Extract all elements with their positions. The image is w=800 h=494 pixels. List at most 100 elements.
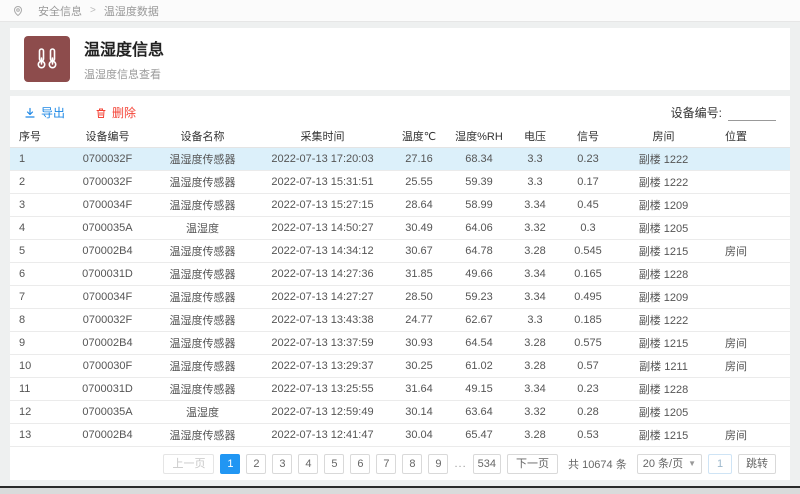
prev-page-button[interactable]: 上一页 (163, 454, 214, 474)
table-cell: 2022-07-13 14:27:36 (255, 262, 390, 285)
table-cell: 副楼 1215 (616, 239, 711, 262)
jump-page-input[interactable] (708, 454, 732, 474)
table-cell: 30.67 (390, 239, 448, 262)
column-header: 设备编号 (65, 125, 150, 147)
table-cell: 0700035A (65, 400, 150, 423)
table-row[interactable]: 40700035A温湿度2022-07-13 14:50:2730.4964.0… (10, 216, 790, 239)
page-button[interactable]: 2 (246, 454, 266, 474)
page-button[interactable]: 4 (298, 454, 318, 474)
table-header-row: 序号设备编号设备名称采集时间温度℃湿度%RH电压信号房间位置 (10, 125, 790, 147)
table-cell: 3.32 (510, 400, 560, 423)
data-table: 序号设备编号设备名称采集时间温度℃湿度%RH电压信号房间位置 10700032F… (10, 125, 790, 447)
table-cell (711, 193, 790, 216)
table-row[interactable]: 110700031D温湿度传感器2022-07-13 13:25:5531.64… (10, 377, 790, 400)
table-row[interactable]: 30700034F温湿度传感器2022-07-13 15:27:1528.645… (10, 193, 790, 216)
table-cell: 0700034F (65, 193, 150, 216)
table-row[interactable]: 70700034F温湿度传感器2022-07-13 14:27:2728.505… (10, 285, 790, 308)
table-cell: 9 (10, 331, 65, 354)
table-row[interactable]: 120700035A温湿度2022-07-13 12:59:4930.1463.… (10, 400, 790, 423)
jump-button[interactable]: 跳转 (738, 454, 776, 474)
table-row[interactable]: 80700032F温湿度传感器2022-07-13 13:43:3824.776… (10, 308, 790, 331)
table-cell: 0700032F (65, 170, 150, 193)
table-cell: 2022-07-13 13:43:38 (255, 308, 390, 331)
table-row[interactable]: 10700032F温湿度传感器2022-07-13 17:20:0327.166… (10, 147, 790, 170)
table-cell: 0.165 (560, 262, 616, 285)
pagination: 上一页 123456789 ... 534 下一页 共 10674 条 20 条… (10, 447, 790, 480)
table-cell: 63.64 (448, 400, 510, 423)
table-cell: 2022-07-13 15:31:51 (255, 170, 390, 193)
page-button[interactable]: 7 (376, 454, 396, 474)
table-cell: 温湿度传感器 (150, 239, 255, 262)
page-buttons: 123456789 (220, 454, 448, 474)
page-button[interactable]: 3 (272, 454, 292, 474)
page-header: 温湿度信息 温湿度信息查看 (10, 28, 790, 90)
table-cell: 0.53 (560, 423, 616, 446)
table-cell: 30.49 (390, 216, 448, 239)
table-cell: 副楼 1205 (616, 216, 711, 239)
table-row[interactable]: 13070002B4温湿度传感器2022-07-13 12:41:4730.04… (10, 423, 790, 446)
table-row[interactable]: 20700032F温湿度传感器2022-07-13 15:31:5125.555… (10, 170, 790, 193)
table-cell: 3.28 (510, 239, 560, 262)
table-cell: 7 (10, 285, 65, 308)
table-cell: 30.14 (390, 400, 448, 423)
table-cell: 房间 (711, 354, 790, 377)
table-cell: 49.66 (448, 262, 510, 285)
table-cell (711, 216, 790, 239)
table-cell: 30.04 (390, 423, 448, 446)
table-row[interactable]: 5070002B4温湿度传感器2022-07-13 14:34:1230.676… (10, 239, 790, 262)
page-button[interactable]: 8 (402, 454, 422, 474)
page-ellipsis: ... (454, 458, 466, 470)
page-size-value: 20 条/页 (643, 455, 683, 473)
page-size-select[interactable]: 20 条/页 ▼ (637, 454, 702, 474)
table-row[interactable]: 9070002B4温湿度传感器2022-07-13 13:37:5930.936… (10, 331, 790, 354)
table-cell: 副楼 1228 (616, 262, 711, 285)
page-button[interactable]: 6 (350, 454, 370, 474)
table-cell: 0.495 (560, 285, 616, 308)
table-cell: 59.23 (448, 285, 510, 308)
table-cell (711, 400, 790, 423)
toolbar: 导出 删除 设备编号: (10, 96, 790, 125)
table-cell: 070002B4 (65, 331, 150, 354)
table-cell: 温湿度传感器 (150, 193, 255, 216)
page-title: 温湿度信息 (84, 36, 164, 60)
table-cell: 3.28 (510, 331, 560, 354)
table-cell: 3.34 (510, 193, 560, 216)
table-cell: 温湿度传感器 (150, 147, 255, 170)
table-cell: 3.28 (510, 423, 560, 446)
device-filter-input[interactable] (728, 105, 776, 121)
table-cell (711, 285, 790, 308)
page-button[interactable]: 1 (220, 454, 240, 474)
table-cell: 0700034F (65, 285, 150, 308)
column-header: 设备名称 (150, 125, 255, 147)
table-cell: 副楼 1211 (616, 354, 711, 377)
page-button[interactable]: 9 (428, 454, 448, 474)
table-cell: 2022-07-13 14:27:27 (255, 285, 390, 308)
window-bottom-edge (0, 486, 800, 494)
table-cell: 副楼 1222 (616, 147, 711, 170)
table-cell: 0.23 (560, 147, 616, 170)
table-row[interactable]: 100700030F温湿度传感器2022-07-13 13:29:3730.25… (10, 354, 790, 377)
table-row[interactable]: 60700031D温湿度传感器2022-07-13 14:27:3631.854… (10, 262, 790, 285)
table-cell: 3.34 (510, 377, 560, 400)
location-pin-icon (12, 5, 24, 17)
table-cell: 副楼 1228 (616, 377, 711, 400)
thermometer-icon (24, 36, 70, 82)
table-cell: 31.85 (390, 262, 448, 285)
table-cell: 0.57 (560, 354, 616, 377)
table-cell: 3.32 (510, 216, 560, 239)
table-cell: 3 (10, 193, 65, 216)
table-cell: 3.28 (510, 354, 560, 377)
device-filter-label: 设备编号: (671, 104, 722, 121)
table-cell: 2022-07-13 17:20:03 (255, 147, 390, 170)
delete-button[interactable]: 删除 (95, 104, 136, 121)
table-cell: 温湿度传感器 (150, 331, 255, 354)
table-cell: 3.34 (510, 285, 560, 308)
table-cell: 49.15 (448, 377, 510, 400)
last-page-button[interactable]: 534 (473, 454, 501, 474)
breadcrumb-item-security[interactable]: 安全信息 (38, 3, 82, 19)
page-button[interactable]: 5 (324, 454, 344, 474)
next-page-button[interactable]: 下一页 (507, 454, 558, 474)
table-cell (711, 308, 790, 331)
export-button[interactable]: 导出 (24, 104, 65, 121)
table-cell: 温湿度传感器 (150, 308, 255, 331)
